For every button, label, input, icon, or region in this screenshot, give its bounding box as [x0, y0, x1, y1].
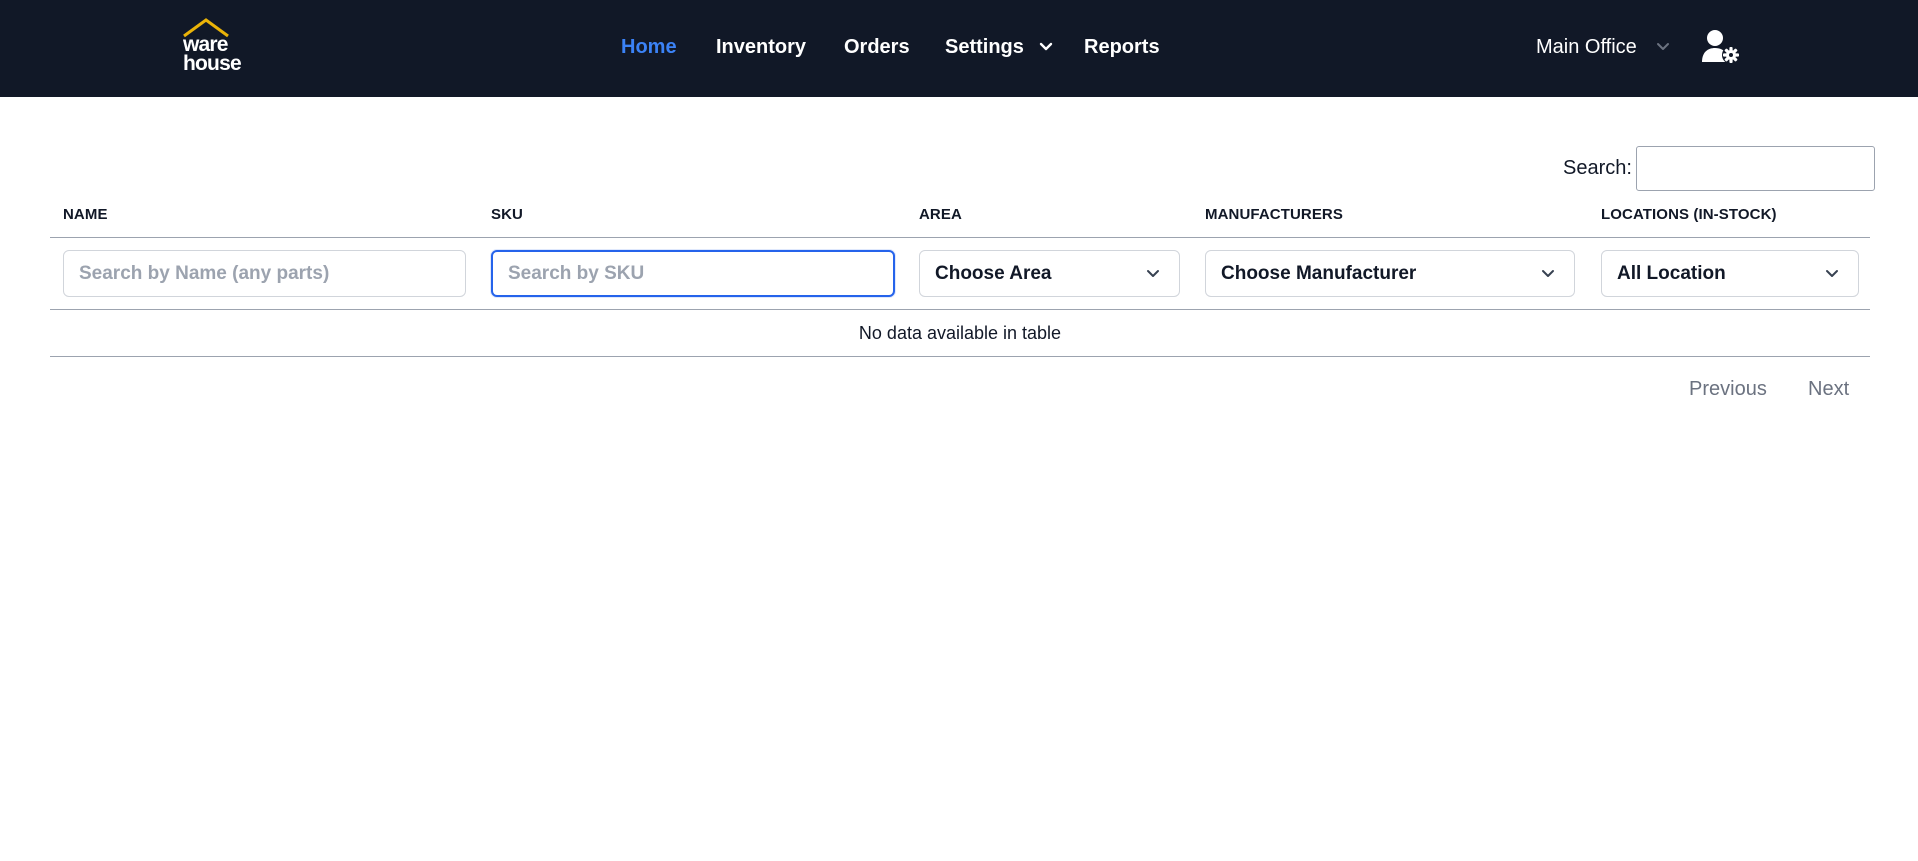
- chevron-down-icon: [1657, 43, 1670, 50]
- chevron-down-icon: [1542, 270, 1554, 277]
- area-filter-value: Choose Area: [935, 262, 1052, 284]
- location-filter-select[interactable]: All Location: [1601, 250, 1859, 297]
- chevron-down-icon: [1147, 270, 1159, 277]
- nav-reports[interactable]: Reports: [1084, 36, 1160, 59]
- office-label: Main Office: [1536, 36, 1637, 58]
- manufacturer-filter-value: Choose Manufacturer: [1221, 262, 1417, 284]
- table-bottom-divider: [50, 356, 1870, 357]
- search-input[interactable]: [1635, 146, 1875, 191]
- nav-home[interactable]: Home: [621, 36, 677, 59]
- column-header-name[interactable]: NAME: [63, 206, 108, 223]
- nav-orders[interactable]: Orders: [844, 36, 910, 59]
- filter-divider: [50, 309, 1870, 310]
- area-filter-select[interactable]: Choose Area: [919, 250, 1180, 297]
- global-search: Search:: [1563, 146, 1875, 191]
- column-header-manufacturers[interactable]: MANUFACTURERS: [1205, 206, 1343, 223]
- user-settings-button[interactable]: [1700, 28, 1744, 66]
- chevron-down-icon: [1040, 42, 1053, 51]
- empty-table-message: No data available in table: [858, 323, 1062, 343]
- column-header-locations[interactable]: LOCATIONS (IN-STOCK): [1601, 206, 1777, 223]
- search-label: Search:: [1563, 157, 1632, 179]
- location-filter-value: All Location: [1617, 262, 1726, 284]
- sku-filter-input[interactable]: [491, 250, 895, 297]
- name-filter-input[interactable]: [63, 250, 466, 297]
- header-divider: [50, 237, 1870, 238]
- office-selector[interactable]: Main Office: [1536, 36, 1670, 59]
- nav-settings[interactable]: Settings: [945, 36, 1053, 59]
- manufacturer-filter-select[interactable]: Choose Manufacturer: [1205, 250, 1575, 297]
- previous-page-button[interactable]: Previous: [1689, 378, 1767, 401]
- next-page-button[interactable]: Next: [1808, 378, 1849, 401]
- user-gear-icon: [1702, 30, 1740, 64]
- column-header-sku[interactable]: SKU: [491, 206, 523, 223]
- nav-settings-label: Settings: [945, 36, 1024, 58]
- chevron-down-icon: [1826, 270, 1838, 277]
- nav-inventory[interactable]: Inventory: [716, 36, 806, 59]
- column-header-area[interactable]: AREA: [919, 206, 962, 223]
- top-navbar: ware house Home Inventory Orders Setting…: [0, 0, 1918, 97]
